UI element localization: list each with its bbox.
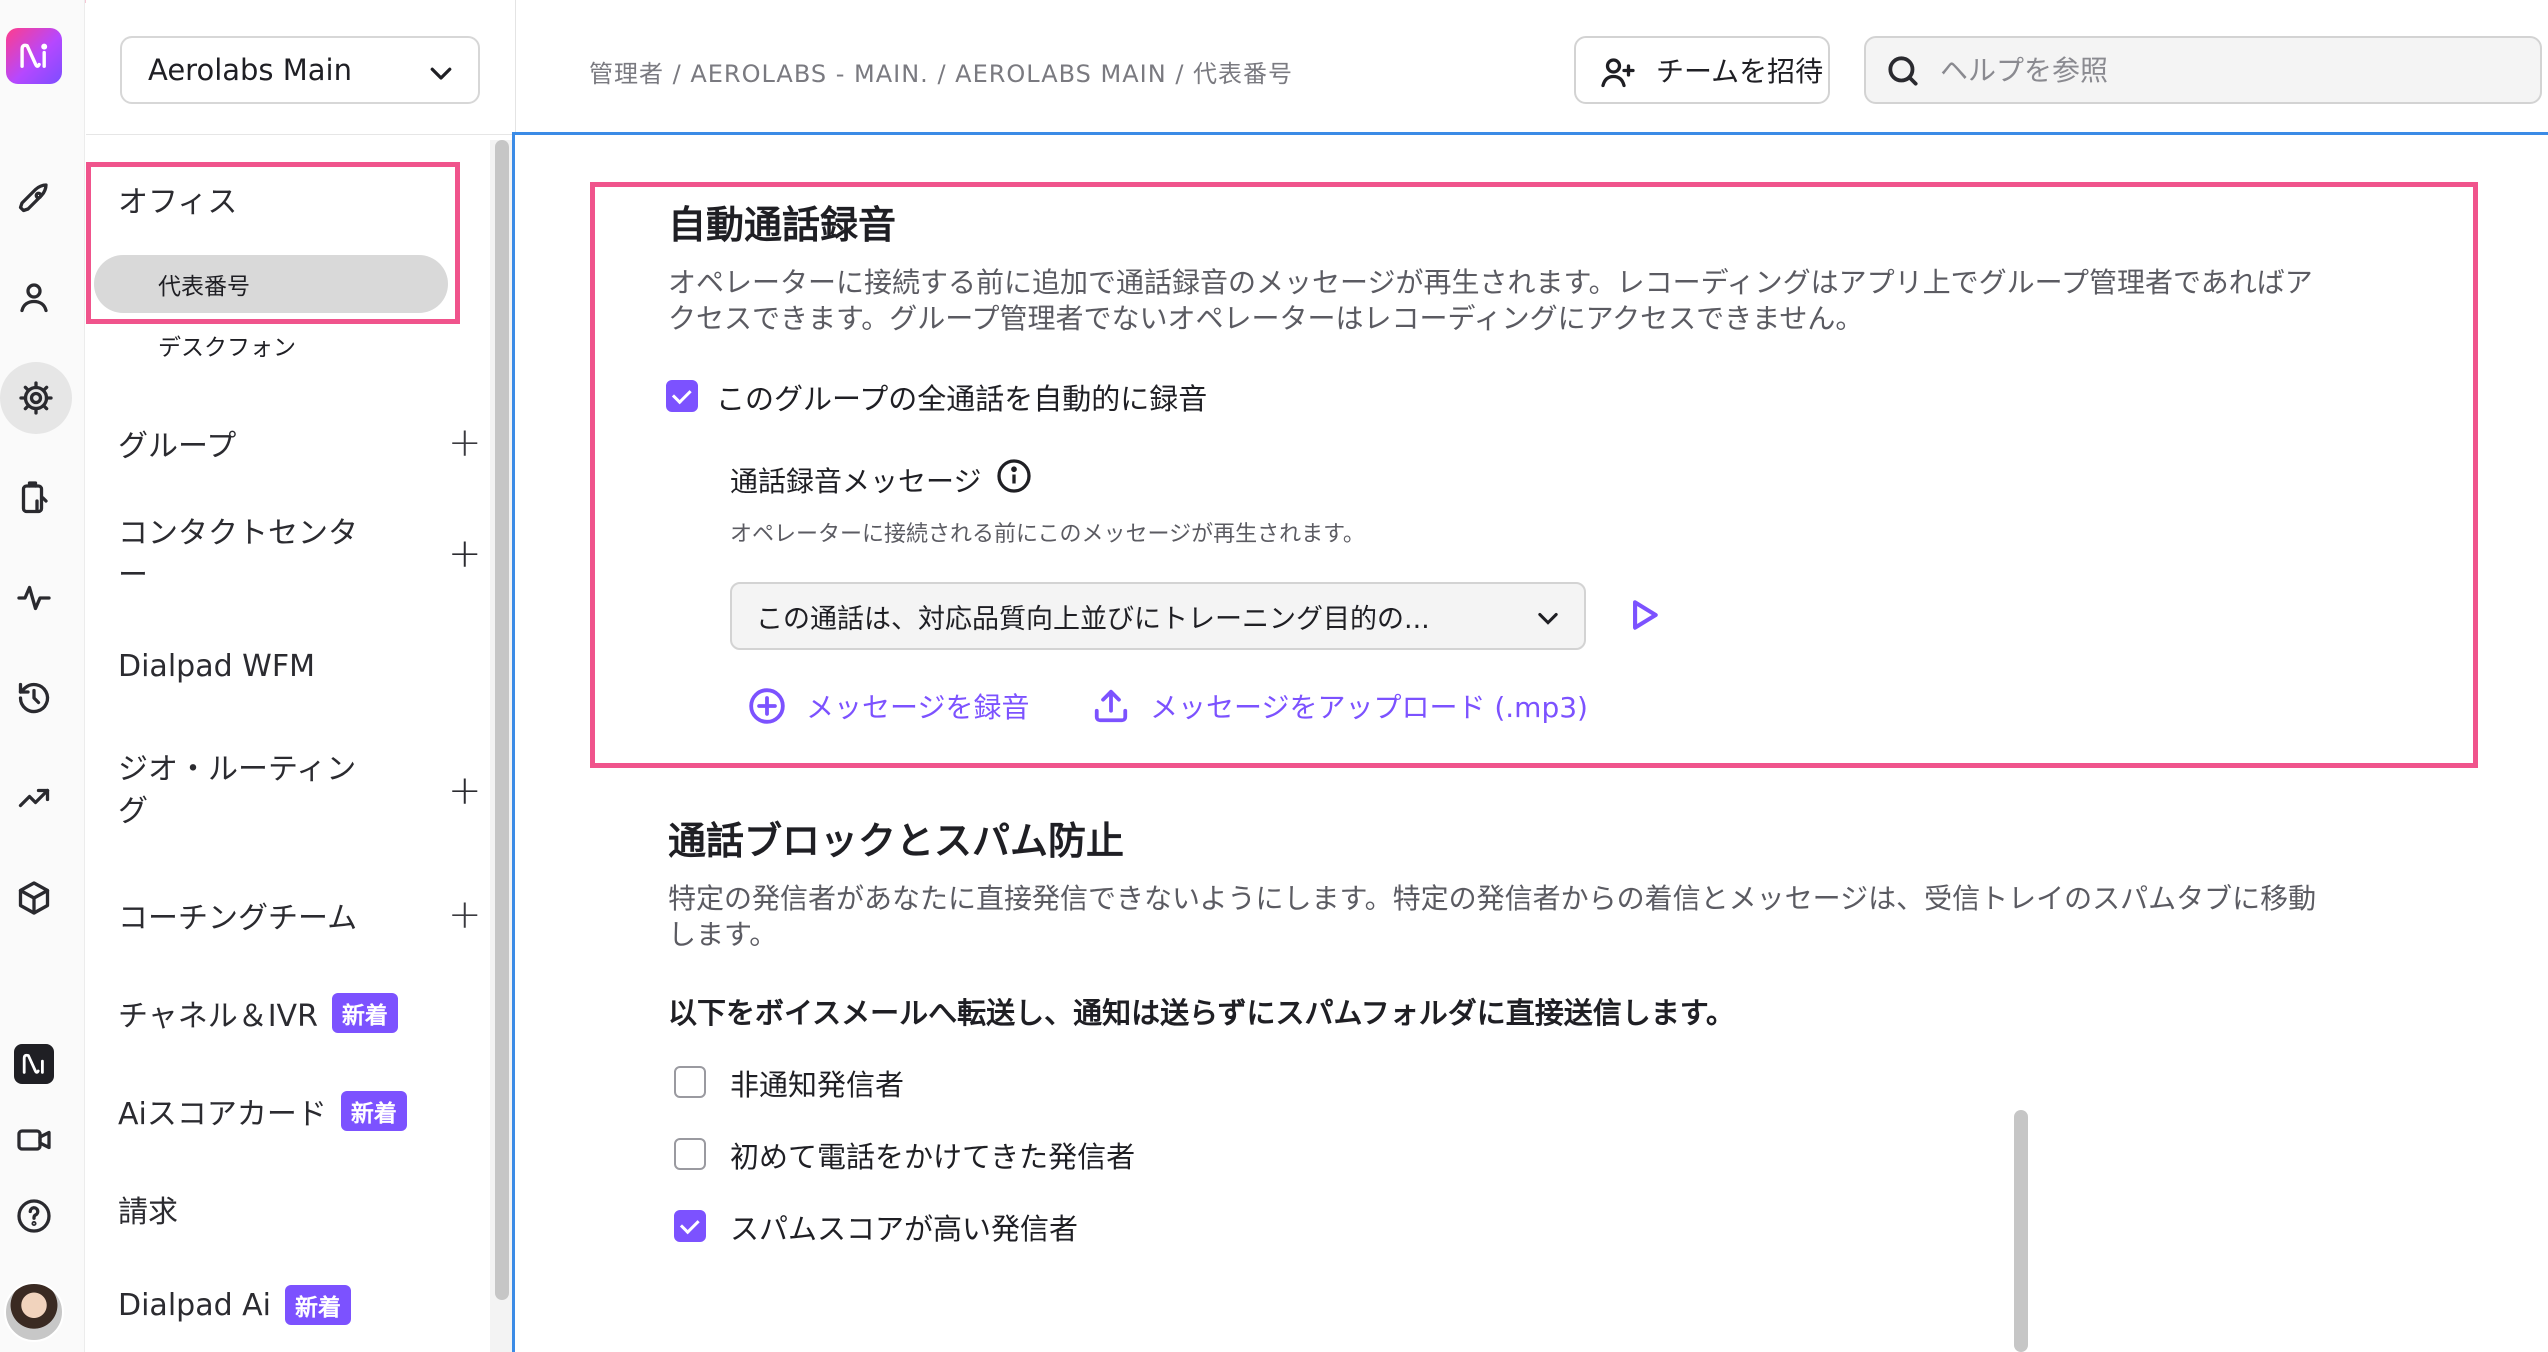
new-badge: 新着 [331, 993, 398, 1033]
history-icon[interactable] [6, 670, 62, 726]
sidebar-item-label: Dialpad WFM [118, 649, 315, 684]
recording-description-line1: オペレーターに接続する前に追加で通話録音のメッセージが再生されます。レコーディン… [668, 266, 2313, 299]
clipboard-icon[interactable] [6, 470, 62, 526]
auto-record-checkbox[interactable] [666, 380, 698, 412]
trending-up-icon[interactable] [6, 770, 62, 826]
new-badge: 新着 [285, 1285, 352, 1325]
org-selector[interactable]: Aerolabs Main [120, 36, 480, 104]
sidebar-divider [86, 134, 516, 135]
recording-message-label: 通話録音メッセージ [730, 465, 982, 498]
chevron-down-icon [430, 67, 452, 80]
block-anonymous-label: 非通知発信者 [730, 1068, 905, 1102]
help-search[interactable] [1864, 36, 2542, 104]
chevron-down-icon [1538, 612, 1558, 625]
sidebar-scrollbar[interactable] [495, 140, 509, 1300]
plus-icon[interactable]: + [448, 531, 482, 577]
rocket-icon[interactable] [6, 172, 62, 228]
upload-message-label: メッセージをアップロード (.mp3) [1150, 691, 1588, 724]
user-icon[interactable] [6, 269, 62, 325]
plus-icon[interactable]: + [448, 768, 482, 814]
record-message-button[interactable]: メッセージを録音 [748, 686, 1029, 726]
sidebar-item-coaching-team[interactable]: コーチングチーム + [118, 893, 482, 937]
dialpad-logo-icon[interactable] [6, 28, 62, 84]
settings-gear-icon[interactable] [0, 362, 72, 434]
help-icon[interactable] [6, 1188, 62, 1244]
recording-message-value: この通話は、対応品質向上並びにトレーニング目的の... [756, 603, 1430, 635]
sidebar-item-label: コンタクトセンタ [118, 516, 358, 551]
block-high-spam-label: スパムスコアが高い発信者 [730, 1212, 1079, 1246]
box-icon[interactable] [6, 870, 62, 926]
sidebar-item-dialpad-wfm[interactable]: Dialpad WFM [118, 649, 315, 684]
highlight-box-office [86, 162, 460, 324]
sidebar-item-label: ジオ・ルーティン [118, 752, 357, 787]
play-icon[interactable] [1624, 596, 1662, 634]
sidebar-item-label: 請求 [118, 1195, 178, 1230]
spam-section-title: 通話ブロックとスパム防止 [668, 819, 1125, 863]
user-plus-icon [1601, 58, 1635, 88]
spam-forward-heading: 以下をボイスメールへ転送し、通知は送らずにスパムフォルダに直接送信します。 [668, 996, 1735, 1030]
main-scrollbar[interactable] [2014, 1110, 2028, 1352]
upload-icon [1094, 689, 1128, 723]
sidebar-item-dialpad-ai[interactable]: Dialpad Ai 新着 [118, 1285, 352, 1325]
record-message-label: メッセージを録音 [806, 691, 1030, 724]
info-icon[interactable] [996, 458, 1032, 494]
search-icon [1888, 56, 1918, 86]
sidebar-item-channel-ivr[interactable]: チャネル＆IVR 新着 [118, 991, 398, 1035]
video-camera-icon[interactable] [6, 1112, 62, 1168]
block-anonymous-checkbox[interactable] [674, 1066, 706, 1098]
plus-circle-icon [749, 688, 785, 724]
block-first-time-label: 初めて電話をかけてきた発信者 [730, 1140, 1136, 1174]
plus-icon[interactable]: + [448, 895, 482, 935]
sidebar-item-label-continued: ー [118, 558, 148, 593]
sidebar-item-ai-scorecard[interactable]: Aiスコアカード 新着 [118, 1089, 407, 1133]
spam-description-line1: 特定の発信者があなたに直接発信できないようにします。特定の発信者からの着信とメッ… [668, 882, 2317, 915]
upload-message-button[interactable]: メッセージをアップロード (.mp3) [1092, 686, 1588, 726]
sidebar-item-contact-center[interactable]: コンタクトセンタ ー [118, 513, 418, 597]
recording-message-description: オペレーターに接続される前にこのメッセージが再生されます。 [730, 522, 1365, 547]
recording-message-select[interactable]: この通話は、対応品質向上並びにトレーニング目的の... [730, 582, 1586, 650]
activity-pulse-icon[interactable] [6, 570, 62, 626]
sidebar-item-label: Dialpad Ai [118, 1287, 272, 1323]
app-rail [0, 0, 85, 1352]
search-input[interactable] [1940, 46, 2530, 94]
top-header: 管理者 / AEROLABS - MAIN. / AEROLABS MAIN /… [516, 0, 2548, 132]
block-first-time-checkbox[interactable] [674, 1138, 706, 1170]
plus-icon[interactable]: + [448, 423, 482, 463]
sidebar-item-label-continued: グ [118, 794, 148, 829]
recording-description-line2: クセスできます。グループ管理者でないオペレーターはレコーディングにアクセスできま… [668, 302, 1864, 335]
auto-record-label: このグループの全通話を自動的に録音 [716, 382, 1208, 416]
dialpad-app-icon[interactable] [14, 1044, 54, 1084]
sidebar-item-billing[interactable]: 請求 [118, 1187, 178, 1231]
sidebar-item-label: コーチングチーム [118, 901, 358, 936]
user-avatar[interactable] [4, 1282, 64, 1342]
recording-section-title: 自動通話録音 [668, 203, 897, 247]
spam-description-line2: します。 [668, 918, 778, 951]
org-name: Aerolabs Main [148, 53, 352, 87]
invite-team-label: チームを招待 [1656, 55, 1824, 88]
sidebar-subitem-deskphone[interactable]: デスクフォン [158, 328, 296, 362]
sidebar-item-label: チャネル＆IVR [118, 999, 318, 1034]
sidebar-item-label: Aiスコアカード [118, 1097, 327, 1132]
breadcrumb[interactable]: 管理者 / AEROLABS - MAIN. / AEROLABS MAIN /… [589, 54, 1293, 89]
new-badge: 新着 [340, 1091, 407, 1131]
invite-team-button[interactable]: チームを招待 [1574, 36, 1830, 104]
sidebar-item-groups[interactable]: グループ + [118, 421, 482, 465]
sidebar-item-geo-routing[interactable]: ジオ・ルーティン グ [118, 749, 418, 833]
sidebar-item-label: グループ [118, 429, 237, 464]
block-high-spam-checkbox[interactable] [674, 1210, 706, 1242]
